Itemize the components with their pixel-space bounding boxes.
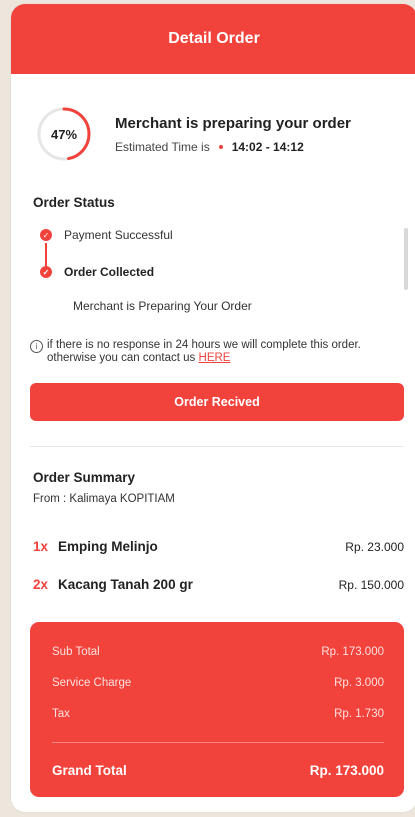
- check-icon: ✓: [40, 229, 52, 241]
- section-divider: [30, 446, 404, 447]
- page-title: Detail Order: [168, 30, 260, 47]
- status-connector: [45, 243, 47, 267]
- merchant-from: From : Kalimaya KOPITIAM: [33, 493, 175, 505]
- order-status-title: Order Status: [33, 195, 115, 210]
- header-bar: Detail Order: [11, 4, 415, 74]
- order-received-button[interactable]: Order Recived: [30, 383, 404, 421]
- summary-divider: [52, 742, 384, 743]
- price-summary-box: Sub Total Rp. 173.000 Service Charge Rp.…: [30, 622, 404, 797]
- list-item: 1x Emping Melinjo Rp. 23.000: [33, 539, 404, 554]
- preparing-title: Merchant is preparing your order: [115, 115, 351, 132]
- order-summary-title: Order Summary: [33, 470, 136, 485]
- estimated-time-label: Estimated Time is: [115, 140, 210, 154]
- status-item-preparing: Merchant is Preparing Your Order: [73, 299, 252, 313]
- item-qty: 2x: [33, 577, 49, 592]
- status-item-collected: ✓ Order Collected: [40, 265, 154, 279]
- contact-here-link[interactable]: HERE: [199, 352, 231, 364]
- item-name: Emping Melinjo: [58, 539, 158, 554]
- dot-separator: [218, 145, 223, 149]
- estimated-time-value: 14:02 - 14:12: [231, 140, 304, 154]
- item-price: Rp. 150.000: [338, 577, 404, 592]
- order-detail-card: Detail Order 47% Merchant is preparing y…: [11, 4, 415, 812]
- item-price: Rp. 23.000: [345, 539, 404, 554]
- check-icon: ✓: [40, 266, 52, 278]
- progress-percent: 47%: [50, 126, 78, 142]
- subtotal-row: Sub Total Rp. 173.000: [52, 646, 384, 658]
- status-scrollbar[interactable]: [404, 228, 408, 290]
- status-item-payment: ✓ Payment Successful: [40, 228, 173, 242]
- progress-ring: 47%: [35, 105, 93, 163]
- service-charge-row: Service Charge Rp. 3.000: [52, 677, 384, 689]
- item-qty: 1x: [33, 539, 49, 554]
- item-name: Kacang Tanah 200 gr: [58, 577, 193, 592]
- estimated-time-row: Estimated Time is 14:02 - 14:12: [115, 140, 304, 154]
- info-icon: i: [30, 340, 43, 353]
- list-item: 2x Kacang Tanah 200 gr Rp. 150.000: [33, 577, 404, 592]
- grand-total-row: Grand Total Rp. 173.000: [52, 763, 384, 778]
- tax-row: Tax Rp. 1.730: [52, 708, 384, 720]
- info-note: i if there is no response in 24 hours we…: [30, 339, 400, 365]
